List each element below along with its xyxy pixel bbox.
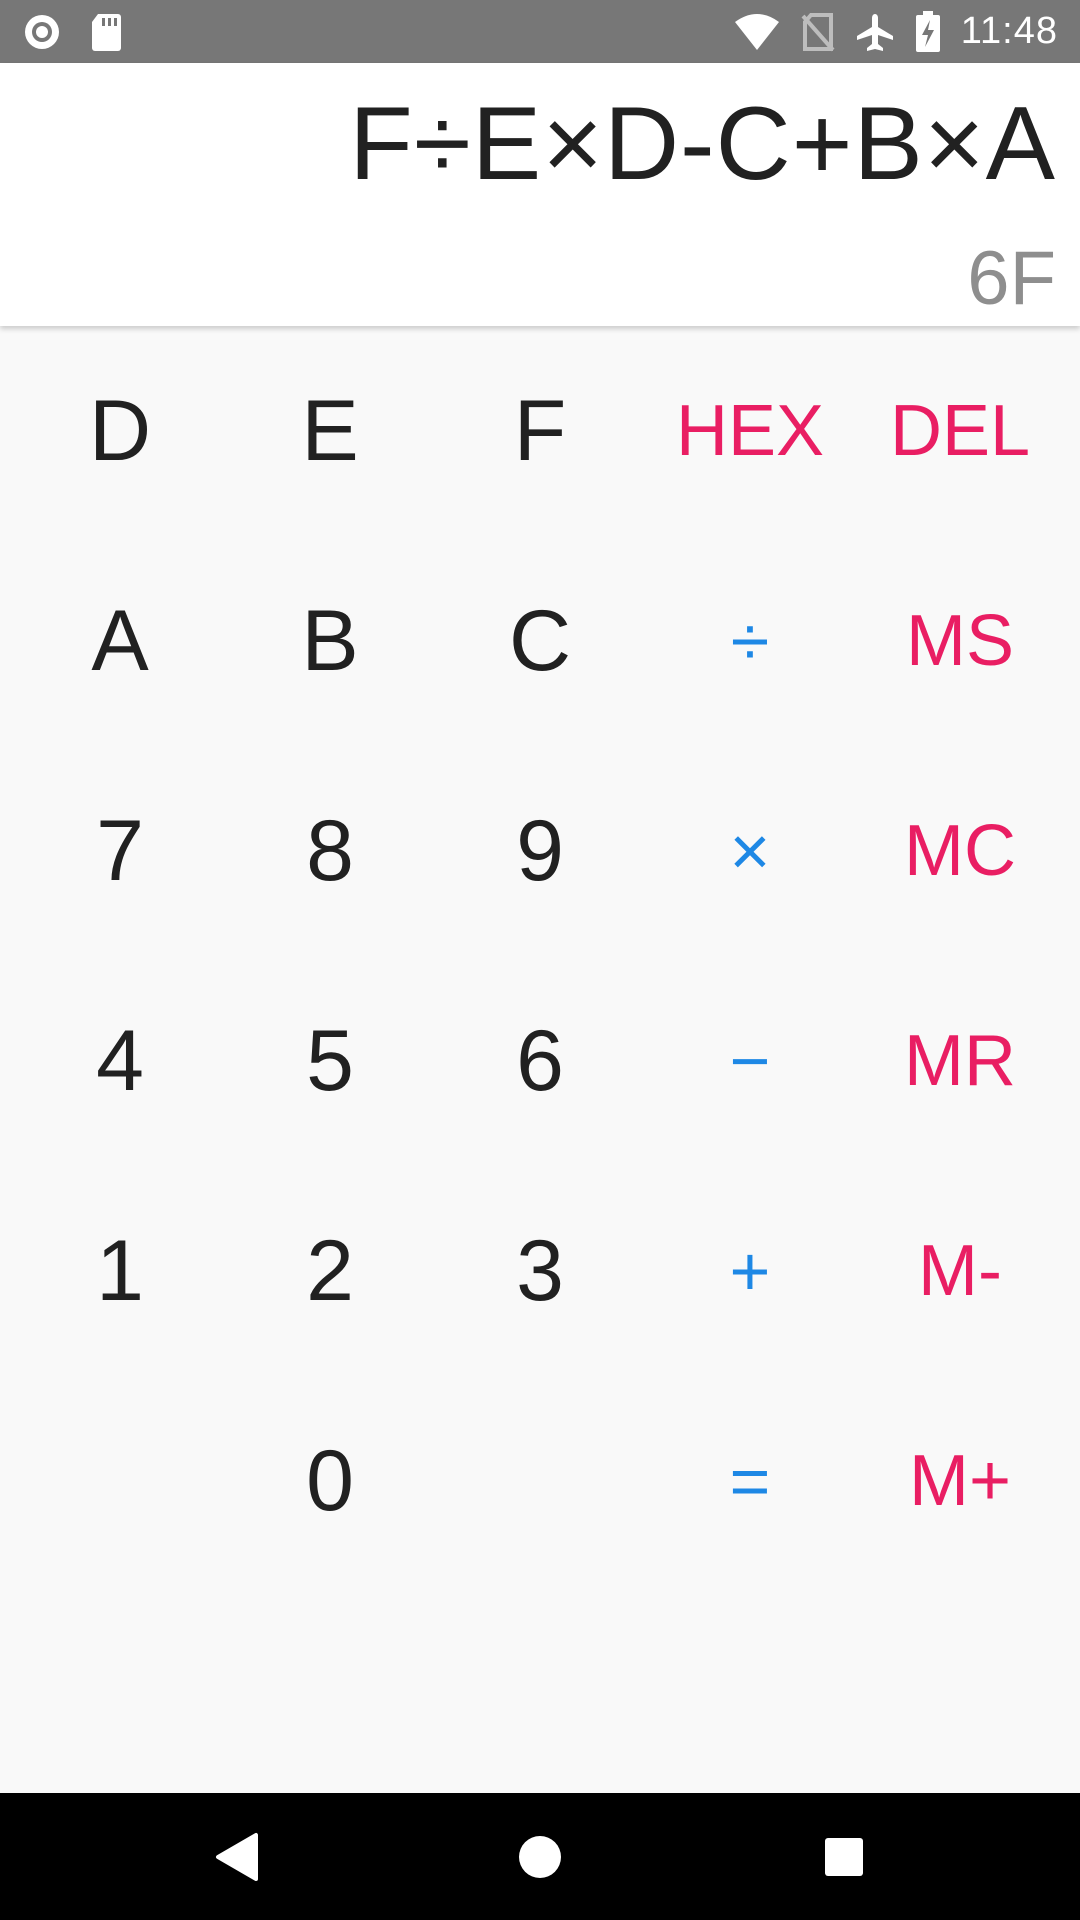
calculator-display: F÷E×D-C+B×A 6F [0,63,1080,326]
equals-button[interactable]: = [644,1376,856,1586]
key-2[interactable]: 2 [224,1166,436,1376]
key-9[interactable]: 9 [434,746,646,956]
key-d[interactable]: D [14,326,226,536]
key-e[interactable]: E [224,326,436,536]
status-bar: 11:48 [0,0,1080,63]
subtract-button[interactable]: − [644,956,856,1166]
keypad: D E F HEX DEL A B C ÷ MS 7 8 9 × MC 4 5 … [0,326,1080,1793]
memory-store-button[interactable]: MS [854,536,1066,746]
back-icon[interactable] [206,1826,268,1888]
key-b[interactable]: B [224,536,436,746]
multiply-button[interactable]: × [644,746,856,956]
status-time: 11:48 [960,10,1058,52]
key-c[interactable]: C [434,536,646,746]
memory-recall-button[interactable]: MR [854,956,1066,1166]
battery-charging-icon [915,10,941,53]
key-4[interactable]: 4 [14,956,226,1166]
home-icon[interactable] [509,1826,571,1888]
sd-card-icon [90,12,122,52]
no-sim-icon [801,12,835,52]
delete-button[interactable]: DEL [854,326,1066,536]
recents-icon[interactable] [813,1826,875,1888]
key-0[interactable]: 0 [224,1376,436,1586]
memory-add-button[interactable]: M+ [854,1376,1066,1586]
key-7[interactable]: 7 [14,746,226,956]
memory-subtract-button[interactable]: M- [854,1166,1066,1376]
expression-text[interactable]: F÷E×D-C+B×A [349,85,1056,204]
key-5[interactable]: 5 [224,956,436,1166]
calculator-screen: 11:48 F÷E×D-C+B×A 6F D E F HEX DEL A B C… [0,0,1080,1920]
key-a[interactable]: A [14,536,226,746]
key-6[interactable]: 6 [434,956,646,1166]
divide-button[interactable]: ÷ [644,536,856,746]
wifi-icon [733,12,781,52]
key-f[interactable]: F [434,326,646,536]
hex-button[interactable]: HEX [644,326,856,536]
key-1[interactable]: 1 [14,1166,226,1376]
record-icon [22,12,62,52]
key-3[interactable]: 3 [434,1166,646,1376]
add-button[interactable]: + [644,1166,856,1376]
key-8[interactable]: 8 [224,746,436,956]
memory-clear-button[interactable]: MC [854,746,1066,956]
result-text: 6F [967,236,1056,321]
airplane-icon [855,12,895,52]
navigation-bar [0,1793,1080,1920]
